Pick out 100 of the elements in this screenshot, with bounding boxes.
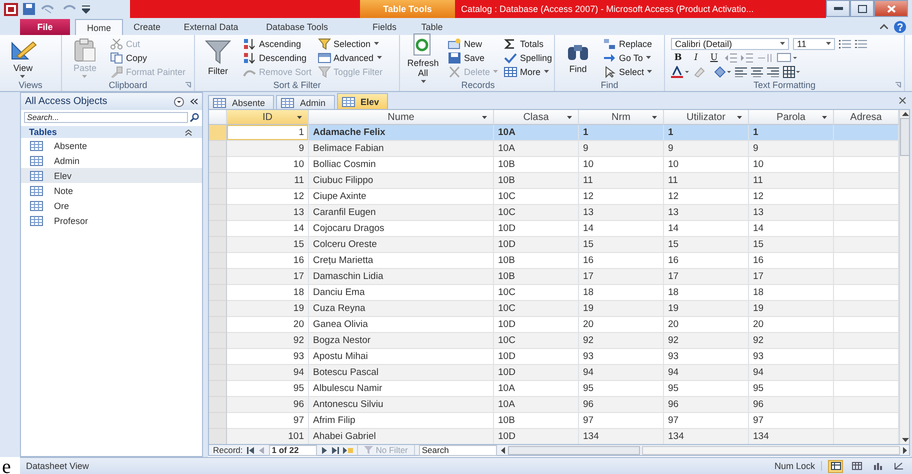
ribbon-button[interactable]: Refresh All: [404, 36, 442, 78]
scissors-icon: [110, 38, 123, 50]
table-cell: 10D: [494, 429, 579, 444]
column-header[interactable]: Nrm: [579, 110, 664, 125]
row-selector[interactable]: [209, 173, 227, 189]
caret-icon: [493, 70, 498, 73]
ribbon-button[interactable]: Advanced: [318, 50, 383, 64]
ribbon-tab[interactable]: Create: [123, 19, 171, 35]
search-field[interactable]: Search: [418, 444, 497, 456]
ribbon-button[interactable]: Spelling: [504, 50, 552, 64]
view-button[interactable]: [828, 460, 843, 472]
row-selector[interactable]: [209, 381, 227, 397]
nav-item[interactable]: Admin: [21, 153, 202, 168]
search-field[interactable]: Search...: [24, 112, 188, 123]
row-selector[interactable]: [209, 221, 227, 237]
document-tab[interactable]: Elev: [336, 93, 388, 109]
row-selector[interactable]: [209, 349, 227, 365]
ribbon-tab[interactable]: Database Tools: [251, 19, 343, 35]
nav-item[interactable]: Note: [21, 183, 202, 198]
column-header[interactable]: ID: [227, 110, 309, 125]
ribbon-button[interactable]: Replace: [603, 36, 652, 50]
minimize-button[interactable]: [826, 0, 850, 17]
row-selector[interactable]: [209, 285, 227, 301]
row-selector[interactable]: [209, 237, 227, 253]
text-style-button[interactable]: B: [671, 52, 685, 62]
table-cell: [834, 141, 899, 157]
ribbon-button[interactable]: More: [504, 64, 552, 78]
column-header[interactable]: Parola: [749, 110, 834, 125]
row-selector[interactable]: [209, 141, 227, 157]
ribbon-button[interactable]: Copy: [110, 50, 186, 64]
text-style-button[interactable]: I: [689, 52, 703, 62]
text-style-button[interactable]: U: [707, 52, 721, 62]
table-cell: 10D: [494, 237, 579, 253]
table-grid-icon: [783, 66, 801, 78]
record-position-field[interactable]: 1 of 22: [268, 444, 317, 456]
nav-item[interactable]: Ore: [21, 198, 202, 213]
row-selector[interactable]: [209, 333, 227, 349]
document-tab[interactable]: Admin: [276, 95, 335, 109]
row-selector[interactable]: [209, 317, 227, 333]
row-selector[interactable]: [209, 365, 227, 381]
horizontal-scrollbar[interactable]: [500, 446, 907, 454]
ribbon-tab[interactable]: Table: [407, 19, 457, 35]
ribbon-button[interactable]: Save: [448, 50, 498, 64]
select-all-corner[interactable]: [209, 110, 227, 125]
table-cell: 94: [749, 365, 834, 381]
section-header[interactable]: Tables: [29, 127, 57, 137]
vertical-scrollbar[interactable]: [899, 110, 909, 444]
scroll-left-icon: [500, 446, 505, 454]
cursor-icon: [603, 66, 616, 78]
ribbon-button[interactable]: Totals: [504, 36, 552, 50]
row-selector[interactable]: [209, 125, 227, 141]
ribbon-tab[interactable]: External Data: [171, 19, 251, 35]
document-tab[interactable]: Absente: [208, 95, 274, 109]
row-selector[interactable]: [209, 301, 227, 317]
ribbon-button[interactable]: Filter: [199, 36, 237, 78]
view-button[interactable]: [849, 460, 864, 472]
close-button[interactable]: [874, 0, 908, 17]
row-selector[interactable]: [209, 429, 227, 444]
nav-item[interactable]: Elev: [21, 168, 202, 183]
row-selector[interactable]: [209, 269, 227, 285]
ribbon-tab[interactable]: File: [20, 19, 70, 35]
ribbon-button[interactable]: Selection: [318, 36, 383, 50]
dropdown-circle-icon: [174, 96, 184, 106]
table-cell: 16: [579, 253, 664, 269]
caret-icon: [20, 74, 26, 78]
font-size-field[interactable]: 11: [793, 38, 835, 50]
row-selector[interactable]: [209, 189, 227, 205]
table-cell: Apostu Mihai: [309, 349, 494, 365]
row-selector[interactable]: [209, 157, 227, 173]
column-header[interactable]: Nume: [309, 110, 494, 125]
ribbon-tab[interactable]: Home: [75, 19, 123, 35]
table-cell: 15: [664, 237, 749, 253]
ribbon-tab[interactable]: Fields: [362, 19, 407, 35]
scrollbar-thumb[interactable]: [900, 118, 909, 156]
ribbon-button[interactable]: Go To: [603, 50, 652, 64]
nav-item[interactable]: Profesor: [21, 213, 202, 228]
table-cell: 93: [579, 349, 664, 365]
ribbon-button[interactable]: Ascending: [243, 36, 312, 50]
maximize-button[interactable]: [850, 0, 874, 17]
ribbon-button[interactable]: View: [4, 36, 42, 78]
column-header[interactable]: Adresa: [834, 110, 899, 125]
ribbon-button[interactable]: Descending: [243, 50, 312, 64]
table-icon: [30, 140, 43, 150]
font-name-field[interactable]: Calibri (Detail): [671, 38, 789, 50]
nav-item[interactable]: Absente: [21, 138, 202, 153]
delete-icon: [448, 66, 461, 78]
row-selector[interactable]: [209, 397, 227, 413]
row-selector[interactable]: [209, 253, 227, 269]
ribbon-button[interactable]: Select: [603, 64, 652, 78]
row-selector[interactable]: [209, 205, 227, 221]
ribbon-button[interactable]: New: [448, 36, 498, 50]
table-cell: Ahabei Gabriel: [309, 429, 494, 444]
row-selector[interactable]: [209, 413, 227, 429]
column-header[interactable]: Utilizator: [664, 110, 749, 125]
scroll-right-icon: [903, 446, 907, 454]
datasheet-view-icon: [830, 462, 840, 470]
table-cell: Caranfil Eugen: [309, 205, 494, 221]
align-left-icon: [735, 66, 747, 76]
column-header[interactable]: Clasa: [494, 110, 579, 125]
ribbon-button[interactable]: Find: [559, 36, 597, 78]
